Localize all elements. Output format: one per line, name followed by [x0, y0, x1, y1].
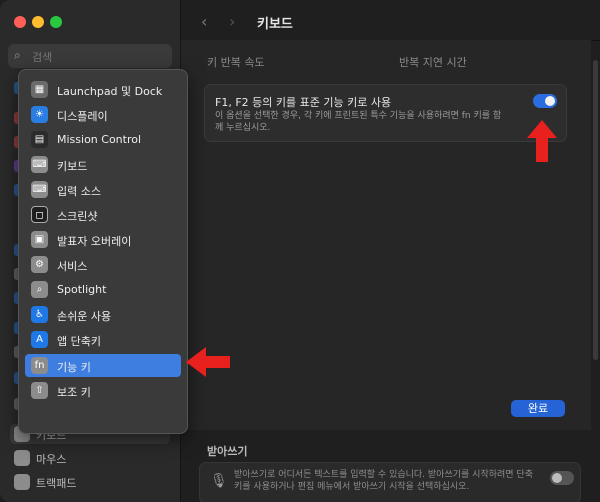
- function-keys-toggle[interactable]: [533, 94, 557, 108]
- function-keys-option-card: F1, F2 등의 키를 표준 기능 키로 사용 이 옵션을 선택한 경우, 각…: [204, 84, 567, 142]
- display-icon: ☀: [31, 106, 48, 123]
- function-keys-option-description: 이 옵션을 선택한 경우, 각 키에 프린트된 특수 기능을 사용하려면 fn …: [215, 111, 502, 133]
- sidebar-item-mouse[interactable]: 마우스: [10, 448, 170, 468]
- menu-item-function-keys[interactable]: fn 기능 키: [25, 354, 181, 377]
- page-title: 키보드: [257, 17, 293, 32]
- function-keys-option-title: F1, F2 등의 키를 표준 기능 키로 사용: [215, 96, 392, 109]
- sidebar-item-trackpad[interactable]: 트랙패드: [10, 472, 170, 492]
- mission-control-icon: ▤: [31, 131, 48, 148]
- key-repeat-label: 키 반복 속도: [207, 56, 265, 69]
- menu-item-label: Spotlight: [57, 283, 107, 296]
- launchpad-icon: ▦: [31, 81, 48, 98]
- zoom-window-button[interactable]: [50, 16, 62, 28]
- dictation-toggle[interactable]: [550, 471, 574, 485]
- services-icon: ⚙: [31, 256, 48, 273]
- close-window-button[interactable]: [14, 16, 26, 28]
- menu-item-label: 손쉬운 사용: [57, 310, 112, 323]
- menu-item-accessibility[interactable]: ♿ 손쉬운 사용: [25, 303, 181, 326]
- presenter-overlay-icon: ▣: [31, 231, 48, 248]
- menu-item-label: 서비스: [57, 260, 88, 273]
- forward-icon[interactable]: ›: [229, 12, 235, 31]
- sidebar-item-label: 마우스: [36, 453, 67, 466]
- dictation-section-title: 받아쓰기: [207, 445, 248, 458]
- sidebar-search[interactable]: ⌕ 검색: [8, 44, 172, 68]
- menu-item-label: Launchpad 및 Dock: [57, 85, 163, 98]
- toggle-knob: [545, 96, 555, 106]
- keyboard-icon: ⌨: [31, 156, 48, 173]
- menu-item-launchpad-dock[interactable]: ▦ Launchpad 및 Dock: [25, 78, 181, 101]
- dictation-description: 받아쓰기로 어디서든 텍스트를 입력할 수 있습니다. 받아쓰기를 시작하려면 …: [234, 470, 533, 492]
- menu-item-keyboard[interactable]: ⌨ 키보드: [25, 153, 181, 176]
- menu-item-label: Mission Control: [57, 133, 142, 146]
- annotation-arrow-left-icon: [186, 347, 230, 377]
- main-pane: ‹ › 키보드 키 반복 속도 반복 지연 시간 F1, F2 등의 키를 표준…: [181, 0, 600, 502]
- menu-item-label: 디스플레이: [57, 110, 108, 123]
- menu-item-modifier-keys[interactable]: ⇧ 보조 키: [25, 379, 181, 402]
- menu-item-label: 발표자 오버레이: [57, 235, 132, 248]
- menu-item-spotlight[interactable]: ⌕ Spotlight: [25, 278, 181, 301]
- microphone-icon: 🎙: [210, 473, 228, 489]
- menu-item-mission-control[interactable]: ▤ Mission Control: [25, 128, 181, 151]
- menu-item-label: 입력 소스: [57, 185, 101, 198]
- search-icon: ⌕: [14, 48, 21, 62]
- minimize-window-button[interactable]: [32, 16, 44, 28]
- menu-item-app-shortcuts[interactable]: A 앱 단축키: [25, 328, 181, 351]
- toggle-knob: [552, 473, 562, 483]
- menu-item-services[interactable]: ⚙ 서비스: [25, 253, 181, 276]
- sidebar-item-label: 트랙패드: [36, 477, 77, 490]
- back-icon[interactable]: ‹: [201, 12, 207, 31]
- menu-item-display[interactable]: ☀ 디스플레이: [25, 103, 181, 126]
- keyboard-shortcuts-category-menu: ▦ Launchpad 및 Dock ☀ 디스플레이 ▤ Mission Con…: [18, 69, 188, 434]
- done-button[interactable]: 완료: [511, 400, 565, 417]
- system-settings-window: ⌕ 검색 키보드 마우스 트랙패드 ‹ › 키보드 키 반복 속도 반복 지연 …: [0, 0, 600, 502]
- fn-key-icon: fn: [31, 357, 48, 374]
- app-shortcuts-icon: A: [31, 331, 48, 348]
- modifier-key-icon: ⇧: [31, 382, 48, 399]
- delay-until-repeat-label: 반복 지연 시간: [399, 56, 467, 69]
- menu-item-label: 보조 키: [57, 386, 91, 399]
- menu-item-label: 키보드: [57, 160, 88, 173]
- mouse-icon: [14, 450, 30, 466]
- screenshot-icon: ◻: [31, 206, 48, 223]
- accessibility-icon: ♿: [31, 306, 48, 323]
- trackpad-icon: [14, 474, 30, 490]
- search-placeholder: 검색: [32, 51, 53, 64]
- dictation-card: 🎙 받아쓰기로 어디서든 텍스트를 입력할 수 있습니다. 받아쓰기를 시작하려…: [199, 462, 581, 502]
- menu-item-label: 스크린샷: [57, 210, 98, 223]
- menu-item-input-sources[interactable]: ⌨ 입력 소스: [25, 178, 181, 201]
- menu-item-label: 기능 키: [57, 361, 91, 374]
- annotation-arrow-up-icon: [527, 120, 557, 162]
- input-source-icon: ⌨: [31, 181, 48, 198]
- menu-item-presenter-overlay[interactable]: ▣ 발표자 오버레이: [25, 228, 181, 251]
- menu-item-screenshots[interactable]: ◻ 스크린샷: [25, 203, 181, 226]
- scrollbar[interactable]: [593, 60, 598, 360]
- menu-item-label: 앱 단축키: [57, 335, 101, 348]
- spotlight-icon: ⌕: [31, 281, 48, 298]
